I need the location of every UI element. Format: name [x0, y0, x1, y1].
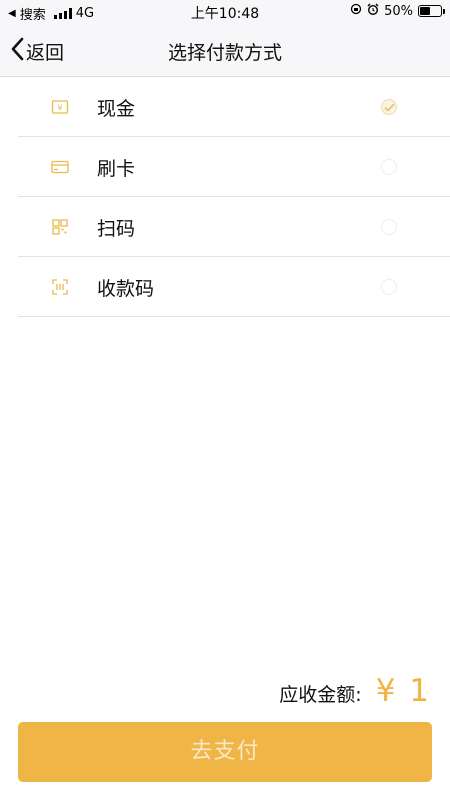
radio-unselected-icon[interactable] [381, 279, 397, 295]
amount-row: 应收金额: ¥ 1 [279, 673, 431, 709]
card-icon [51, 158, 69, 176]
payment-method-label: 扫码 [97, 218, 136, 240]
amount-label: 应收金额: [279, 684, 362, 706]
status-bar: ◀ 搜索 4G 上午10:48 50% [0, 0, 450, 24]
page-title: 选择付款方式 [167, 42, 282, 64]
payment-method-code[interactable]: 收款码 [18, 257, 450, 317]
svg-text:¥: ¥ [57, 104, 62, 113]
nav-bar: 返回 选择付款方式 [0, 24, 450, 77]
payment-method-label: 现金 [97, 98, 136, 120]
amount-value: ¥ 1 [375, 673, 431, 709]
alarm-icon [367, 3, 379, 19]
battery-icon [418, 5, 445, 17]
payment-method-list: ¥ 现金 刷卡 扫码 收款码 [18, 77, 450, 317]
radio-selected-icon[interactable] [381, 99, 397, 115]
payment-method-card[interactable]: 刷卡 [18, 137, 450, 197]
payment-method-scan[interactable]: 扫码 [18, 197, 450, 257]
payment-method-label: 刷卡 [97, 158, 136, 180]
rotation-lock-icon [350, 3, 362, 19]
status-right: 50% [350, 3, 445, 19]
payment-method-label: 收款码 [97, 278, 155, 300]
qr-scan-icon [51, 218, 69, 236]
pay-button[interactable]: 去支付 [18, 722, 432, 782]
radio-unselected-icon[interactable] [381, 219, 397, 235]
payment-method-cash[interactable]: ¥ 现金 [18, 77, 450, 137]
radio-unselected-icon[interactable] [381, 159, 397, 175]
battery-percent: 50% [384, 3, 413, 19]
payment-code-icon [51, 278, 69, 296]
cash-icon: ¥ [51, 98, 69, 116]
